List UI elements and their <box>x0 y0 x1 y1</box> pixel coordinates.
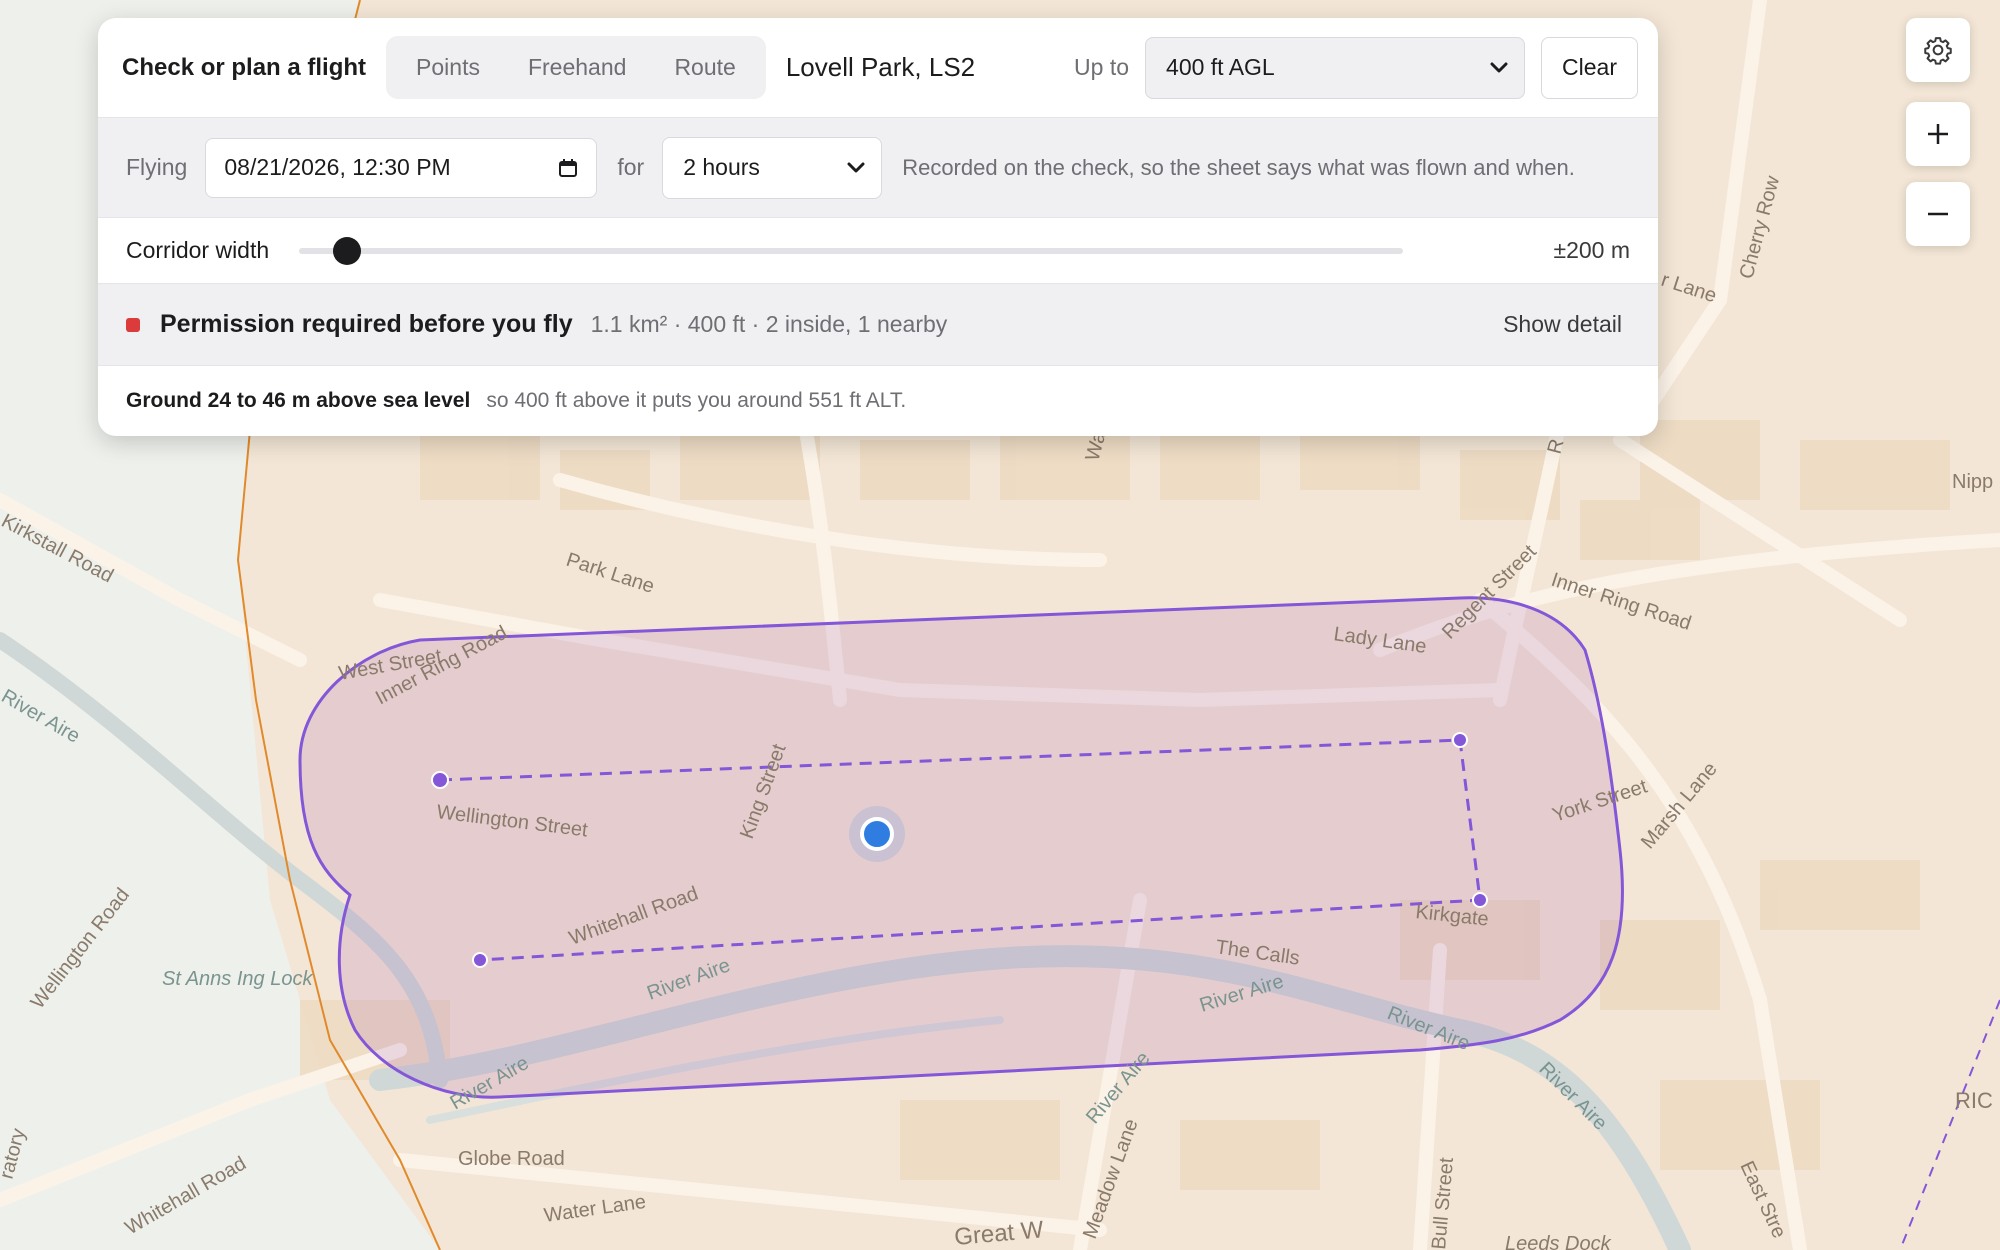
street-label: St Anns Ing Lock <box>162 968 313 990</box>
corridor-width-label: Corridor width <box>126 237 270 263</box>
panel-title: Check or plan a flight <box>122 53 367 81</box>
current-location-marker[interactable] <box>860 817 894 851</box>
clear-button[interactable]: Clear <box>1541 36 1638 99</box>
record-note: Recorded on the check, so the sheet says… <box>902 154 1575 180</box>
duration-select[interactable]: 2 hours <box>662 136 883 199</box>
ground-elevation: Ground 24 to 46 m above sea level <box>126 389 471 412</box>
datetime-value: 08/21/2026, 12:30 PM <box>224 154 451 180</box>
flying-label: Flying <box>126 154 188 180</box>
zoom-in-button[interactable] <box>1906 102 1970 166</box>
street-label: Leeds Dock <box>1505 1233 1612 1250</box>
corridor-width-value: ±200 m <box>1553 237 1630 263</box>
street-label: Globe Road <box>458 1148 565 1170</box>
mode-points-button[interactable]: Points <box>392 42 504 93</box>
street-label: RIC <box>1955 1088 1993 1113</box>
plus-icon <box>1925 121 1951 147</box>
duration-select-value: 2 hours <box>683 154 760 180</box>
status-row: Permission required before you fly 1.1 k… <box>98 284 1658 366</box>
minus-icon <box>1925 201 1951 227</box>
route-waypoint-1[interactable] <box>431 771 449 789</box>
calendar-icon[interactable] <box>558 158 578 178</box>
chevron-down-icon <box>1490 62 1508 74</box>
status-indicator <box>126 317 140 332</box>
route-waypoint-2[interactable] <box>1452 732 1468 748</box>
schedule-row: Flying 08/21/2026, 12:30 PM for 2 hours … <box>98 118 1658 218</box>
altitude-label: Up to <box>1074 54 1130 80</box>
route-waypoint-4[interactable] <box>472 952 488 968</box>
zoom-out-button[interactable] <box>1906 182 1970 246</box>
altitude-select-value: 400 ft AGL <box>1166 54 1275 80</box>
status-meta: 1.1 km² · 400 ft · 2 inside, 1 nearby <box>590 311 948 337</box>
gear-icon <box>1923 35 1953 65</box>
for-label: for <box>617 154 645 180</box>
datetime-input[interactable]: 08/21/2026, 12:30 PM <box>205 137 598 198</box>
header-row: Check or plan a flight Points Freehand R… <box>98 18 1658 118</box>
street-label: Nipp <box>1952 471 1993 493</box>
ground-row: Ground 24 to 46 m above sea level so 400… <box>98 366 1658 436</box>
corridor-row: Corridor width ±200 m <box>98 218 1658 284</box>
slider-track <box>299 247 1404 254</box>
mode-route-button[interactable]: Route <box>650 42 759 93</box>
altitude-select[interactable]: 400 ft AGL <box>1145 36 1526 99</box>
show-detail-button[interactable]: Show detail <box>1503 311 1622 338</box>
flight-check-panel: Check or plan a flight Points Freehand R… <box>98 18 1658 436</box>
route-waypoint-3[interactable] <box>1472 892 1488 908</box>
settings-button[interactable] <box>1906 18 1970 82</box>
corridor-width-slider[interactable] <box>299 236 1404 266</box>
ground-note: so 400 ft above it puts you around 551 f… <box>486 389 907 412</box>
slider-thumb[interactable] <box>333 236 362 265</box>
mode-segmented-control: Points Freehand Route <box>386 36 766 99</box>
chevron-down-icon <box>847 162 865 174</box>
mode-freehand-button[interactable]: Freehand <box>504 42 650 93</box>
location-name: Lovell Park, LS2 <box>785 52 976 82</box>
status-title: Permission required before you fly <box>160 310 573 338</box>
